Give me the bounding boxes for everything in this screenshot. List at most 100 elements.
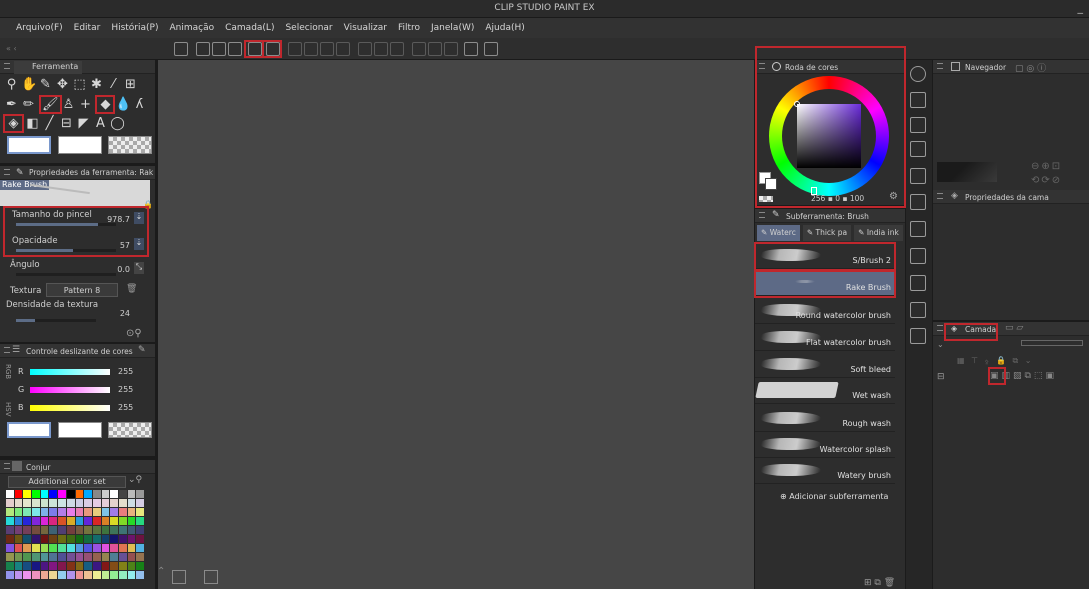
- color-swatch[interactable]: [66, 562, 75, 570]
- color-swatch[interactable]: [84, 562, 92, 570]
- canvas-area[interactable]: [158, 60, 754, 589]
- color-swatch[interactable]: [14, 571, 23, 579]
- brush-item[interactable]: Soft bleed: [755, 352, 895, 378]
- menu-animacao[interactable]: Animação: [169, 23, 214, 33]
- color-swatch[interactable]: [49, 508, 58, 516]
- color-swatch[interactable]: [6, 499, 14, 507]
- tab-watercolor[interactable]: ✎ Waterc: [757, 225, 800, 241]
- color-swatch[interactable]: [92, 517, 101, 525]
- balloon-tool-icon[interactable]: ◯: [110, 116, 125, 131]
- color-swatch[interactable]: [136, 508, 144, 516]
- text-tool-icon[interactable]: A: [93, 116, 108, 131]
- color-swatch[interactable]: [118, 517, 127, 525]
- color-swatch[interactable]: [6, 526, 14, 534]
- color-swatch[interactable]: [127, 553, 136, 561]
- color-swatch[interactable]: [127, 562, 136, 570]
- brush-item[interactable]: Wet wash: [755, 378, 895, 404]
- transform-icon[interactable]: [336, 42, 350, 56]
- pen-tool-icon[interactable]: ✒: [4, 97, 19, 112]
- color-swatch[interactable]: [49, 499, 58, 507]
- color-swatch[interactable]: [49, 490, 58, 498]
- menu-camada[interactable]: Camada(L): [225, 23, 274, 33]
- color-swatch[interactable]: [92, 526, 101, 534]
- texture-density-bar[interactable]: [16, 319, 96, 322]
- color-swatch[interactable]: [84, 517, 92, 525]
- angle-row[interactable]: Ângulo 0.0 ⤡: [6, 258, 146, 282]
- color-swatch[interactable]: [101, 499, 110, 507]
- snap-ruler-icon[interactable]: [412, 42, 426, 56]
- close-panel-icon-1[interactable]: [910, 92, 926, 108]
- color-swatch[interactable]: [118, 499, 127, 507]
- color-swatch[interactable]: [23, 571, 32, 579]
- magic-wand-icon[interactable]: ✱: [89, 77, 104, 92]
- hand-tool-icon[interactable]: ✋: [21, 77, 37, 92]
- color-swatch[interactable]: [118, 562, 127, 570]
- color-swatch[interactable]: [6, 571, 14, 579]
- color-swatch[interactable]: [40, 535, 49, 543]
- color-swatch[interactable]: [58, 544, 66, 552]
- red-slider-row[interactable]: R 255: [18, 366, 150, 378]
- fill-icon[interactable]: [320, 42, 334, 56]
- texture-density-row[interactable]: Densidade da textura 24: [6, 300, 146, 324]
- menu-visualizar[interactable]: Visualizar: [344, 23, 387, 33]
- layer-options-icons[interactable]: ▦ ⊤ ⍚ 🔒 ⧉ ⌄: [957, 356, 1033, 366]
- brush-item[interactable]: Round watercolor brush: [755, 298, 895, 324]
- color-swatch[interactable]: [92, 535, 101, 543]
- color-palette[interactable]: [6, 490, 144, 579]
- menu-editar[interactable]: Editar: [74, 23, 101, 33]
- color-swatch[interactable]: [118, 571, 127, 579]
- color-swatch[interactable]: [66, 526, 75, 534]
- panel-icon-5[interactable]: [910, 221, 926, 237]
- liquify-tool-icon[interactable]: ʎ: [132, 97, 147, 112]
- color-swatch[interactable]: [75, 526, 84, 534]
- color-swatch[interactable]: [127, 571, 136, 579]
- sub-color-swatch[interactable]: [58, 136, 102, 154]
- brush-item[interactable]: Rough wash: [755, 406, 895, 432]
- navigator-zoom-controls[interactable]: ⊖⊕⊡: [1031, 161, 1062, 172]
- color-swatch[interactable]: [40, 508, 49, 516]
- color-swatch[interactable]: [66, 553, 75, 561]
- panel-icon-7[interactable]: [910, 275, 926, 291]
- color-swatch[interactable]: [101, 571, 110, 579]
- color-swatch[interactable]: [136, 517, 144, 525]
- color-swatch[interactable]: [75, 544, 84, 552]
- subtool-bottom-icons[interactable]: ⊞ ⧉ 🗑: [864, 578, 895, 588]
- color-swatch[interactable]: [75, 553, 84, 561]
- color-swatch[interactable]: [110, 517, 118, 525]
- angle-bar[interactable]: [16, 273, 116, 276]
- settings-icon[interactable]: [464, 42, 478, 56]
- color-swatch[interactable]: [14, 526, 23, 534]
- color-swatch[interactable]: [101, 508, 110, 516]
- color-swatch[interactable]: [49, 544, 58, 552]
- color-swatch[interactable]: [118, 535, 127, 543]
- zoom-tool-icon[interactable]: ⚲: [4, 77, 19, 92]
- color-swatch[interactable]: [136, 535, 144, 543]
- color-swatch[interactable]: [14, 499, 23, 507]
- color-swatch[interactable]: [32, 526, 40, 534]
- color-swatch[interactable]: [58, 508, 66, 516]
- angle-settings-icon[interactable]: ⤡: [134, 262, 144, 274]
- color-swatch[interactable]: [84, 571, 92, 579]
- color-swatch[interactable]: [66, 544, 75, 552]
- color-swatch[interactable]: [66, 535, 75, 543]
- color-swatch[interactable]: [40, 490, 49, 498]
- slider-sub-color[interactable]: [58, 422, 102, 438]
- canvas-view-icon[interactable]: [172, 570, 186, 584]
- green-track[interactable]: [30, 387, 110, 393]
- color-swatch[interactable]: [101, 490, 110, 498]
- color-swatch[interactable]: [23, 499, 32, 507]
- panel-icon-8[interactable]: [910, 302, 926, 318]
- color-swatch[interactable]: [75, 535, 84, 543]
- menu-historia[interactable]: História(P): [111, 23, 158, 33]
- color-swatch[interactable]: [40, 526, 49, 534]
- color-set-menu-icon[interactable]: ⌄⚲: [128, 475, 142, 485]
- color-swatch[interactable]: [101, 544, 110, 552]
- color-swatch[interactable]: [49, 571, 58, 579]
- color-swatch[interactable]: [23, 544, 32, 552]
- selection-tool-icon[interactable]: ⬚: [72, 77, 87, 92]
- color-swatch[interactable]: [92, 562, 101, 570]
- slider-main-color[interactable]: [7, 422, 51, 438]
- color-swatch[interactable]: [118, 544, 127, 552]
- panel-icon-6[interactable]: [910, 248, 926, 264]
- decoration-tool-icon[interactable]: +: [78, 97, 93, 112]
